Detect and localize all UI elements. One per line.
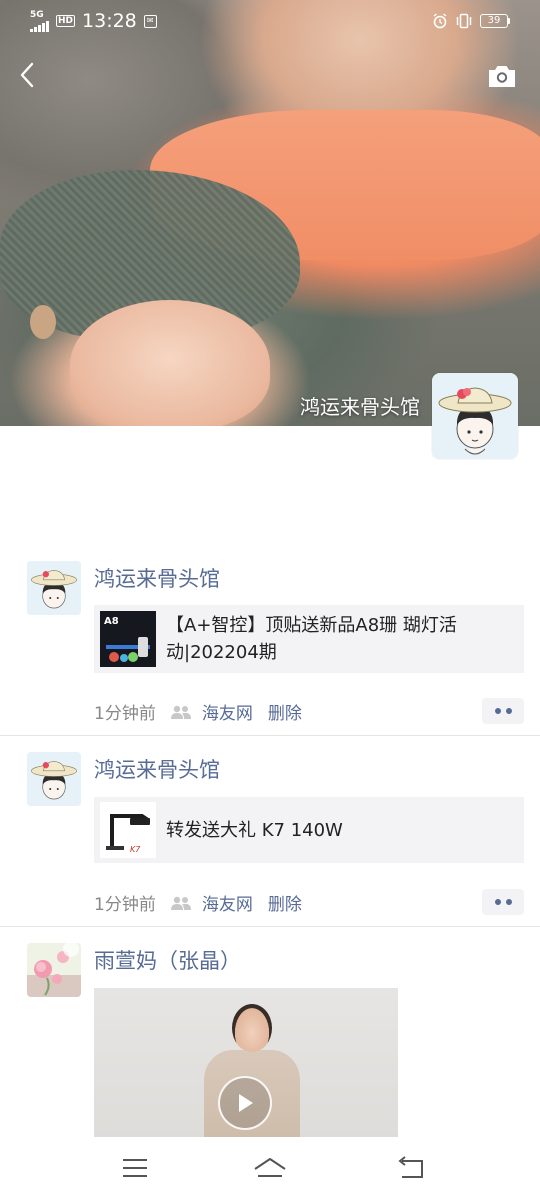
post-time: 1分钟前 xyxy=(94,895,156,915)
cover-button-shape xyxy=(30,305,56,339)
delete-button[interactable]: 删除 xyxy=(268,890,302,915)
more-actions-button[interactable] xyxy=(482,889,524,915)
camera-icon[interactable] xyxy=(486,62,518,90)
delete-button[interactable]: 删除 xyxy=(268,699,302,724)
network-type: 5G xyxy=(30,9,44,20)
post-author[interactable]: 雨萱妈（张晶） xyxy=(94,945,241,975)
alarm-icon xyxy=(433,13,447,29)
link-title: 【A+智控】顶贴送新品A8珊 瑚灯活动|202204期 xyxy=(166,615,457,663)
home-icon[interactable] xyxy=(252,1155,288,1181)
play-icon[interactable] xyxy=(218,1076,272,1130)
visibility-group[interactable]: 海友网 xyxy=(202,699,253,724)
profile-name[interactable]: 鸿运来骨头馆 xyxy=(300,391,420,420)
status-bar: 5G HD 13:28 ✉ 39 xyxy=(0,0,540,42)
battery-level: 39 xyxy=(480,14,508,28)
link-title: 转发送大礼 K7 140W xyxy=(166,819,343,841)
thumb-label: K7 xyxy=(130,845,141,854)
people-icon xyxy=(170,705,191,719)
status-time: 13:28 xyxy=(82,10,137,32)
link-thumbnail: A8 xyxy=(100,611,156,667)
post-meta: 1分钟前 海友网 删除 xyxy=(94,890,302,915)
flower-avatar-image xyxy=(27,943,81,997)
post-author[interactable]: 鸿运来骨头馆 xyxy=(94,563,220,593)
vibrate-icon xyxy=(456,13,472,29)
girl-with-hat-avatar-image xyxy=(27,752,81,806)
menu-icon[interactable] xyxy=(120,1155,150,1181)
system-navigation-bar xyxy=(0,1137,540,1200)
post-divider xyxy=(0,926,540,927)
post-time: 1分钟前 xyxy=(94,704,156,724)
shared-link-card[interactable]: K7 转发送大礼 K7 140W xyxy=(94,797,524,863)
k7-lamp-image: K7 xyxy=(100,802,156,858)
signal-icon: 5G xyxy=(30,9,49,32)
cover-baby-face-shape xyxy=(70,300,270,426)
profile-avatar[interactable] xyxy=(432,373,518,459)
post-avatar[interactable] xyxy=(27,943,81,997)
people-icon xyxy=(170,896,191,910)
visibility-group[interactable]: 海友网 xyxy=(202,890,253,915)
notification-icon: ✉ xyxy=(143,14,157,28)
link-thumbnail: K7 xyxy=(100,802,156,858)
video-thumbnail[interactable] xyxy=(94,988,398,1143)
more-actions-button[interactable] xyxy=(482,698,524,724)
post-divider xyxy=(0,735,540,736)
post-avatar[interactable] xyxy=(27,752,81,806)
return-icon[interactable] xyxy=(396,1155,426,1181)
battery-icon: 39 xyxy=(480,14,510,28)
shared-link-card[interactable]: A8 【A+智控】顶贴送新品A8珊 瑚灯活动|202204期 xyxy=(94,605,524,673)
girl-with-hat-avatar-image xyxy=(432,373,518,459)
back-chevron-icon[interactable] xyxy=(14,58,44,92)
post-author[interactable]: 鸿运来骨头馆 xyxy=(94,754,220,784)
girl-with-hat-avatar-image xyxy=(27,561,81,615)
thumb-label: A8 xyxy=(104,616,119,627)
post-avatar[interactable] xyxy=(27,561,81,615)
cover-photo[interactable] xyxy=(0,0,540,426)
a8-product-image: A8 xyxy=(100,611,156,667)
post-meta: 1分钟前 海友网 删除 xyxy=(94,699,302,724)
video-child-head-shape xyxy=(232,1004,272,1052)
hd-icon: HD xyxy=(56,15,76,27)
